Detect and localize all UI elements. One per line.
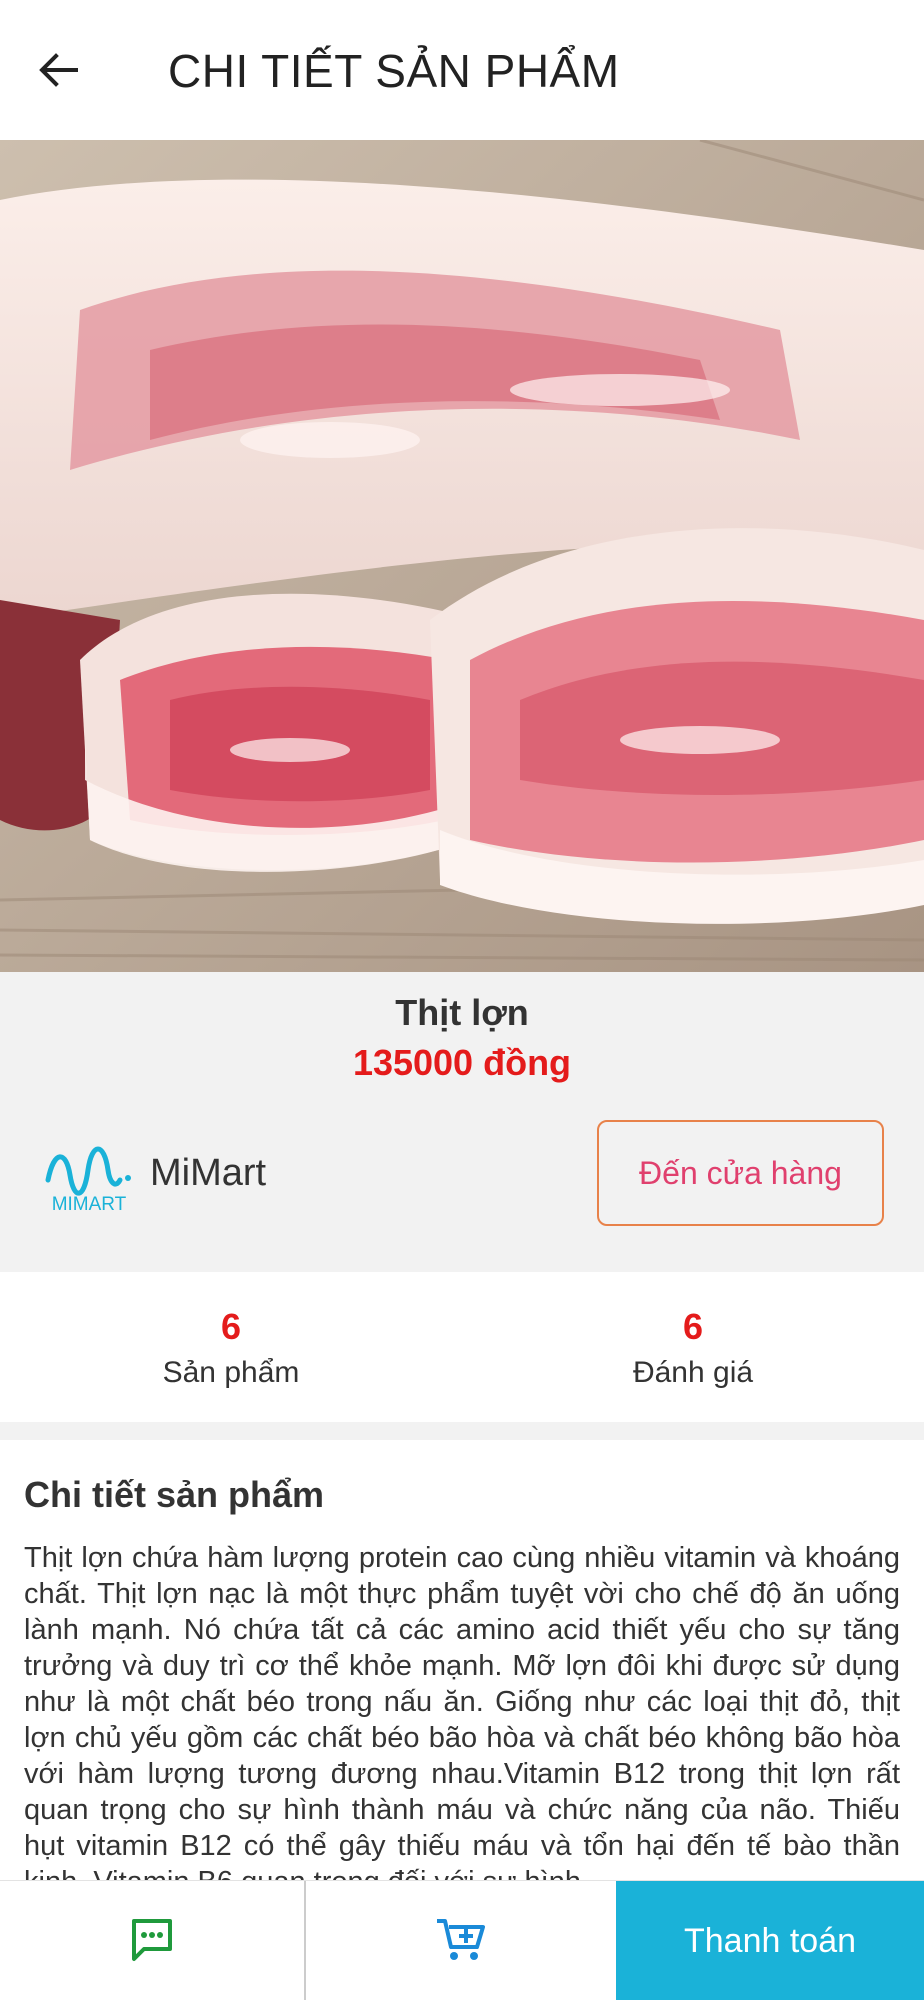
stat-reviews-value: 6 <box>682 1306 704 1347</box>
go-to-store-button[interactable]: Đến cửa hàng <box>597 1120 884 1226</box>
back-button[interactable] <box>26 40 90 104</box>
bottom-action-bar: Thanh toán <box>0 1880 924 2000</box>
details-description: Thịt lợn chứa hàm lượng protein cao cùng… <box>24 1542 900 1880</box>
product-details-section: Chi tiết sản phẩm Thịt lợn chứa hàm lượn… <box>0 1440 924 1880</box>
product-detail-screen: CHI TIẾT SẢN PHẨM Thịt lợn 135000 đồng M… <box>0 0 924 2000</box>
store-logo-text: MIMART <box>52 1194 127 1214</box>
product-image <box>0 140 924 972</box>
chat-icon <box>128 1915 176 1968</box>
store-stats: 6 Sản phẩm 6 Đánh giá <box>0 1272 924 1422</box>
app-header: CHI TIẾT SẢN PHẨM <box>0 0 924 140</box>
store-name: MiMart <box>150 1152 267 1194</box>
details-title: Chi tiết sản phẩm <box>24 1474 325 1515</box>
arrow-left-icon <box>36 48 80 97</box>
page-title: CHI TIẾT SẢN PHẨM <box>168 45 620 97</box>
stat-reviews[interactable]: 6 Đánh giá <box>462 1272 924 1422</box>
add-to-cart-button[interactable] <box>306 1881 616 2000</box>
product-name: Thịt lợn <box>395 992 529 1033</box>
product-price: 135000 đồng <box>352 1042 572 1083</box>
chat-button[interactable] <box>0 1881 306 2000</box>
stat-reviews-label: Đánh giá <box>632 1356 754 1389</box>
add-to-cart-icon <box>435 1915 487 1968</box>
checkout-button[interactable]: Thanh toán <box>616 1881 924 2000</box>
product-info-section: Thịt lợn 135000 đồng MIMART MiMart Đến c… <box>0 972 924 1272</box>
store-logo: MIMART <box>44 1140 134 1215</box>
stat-products-label: Sản phẩm <box>162 1356 300 1389</box>
stat-products-value: 6 <box>220 1306 242 1347</box>
stat-products[interactable]: 6 Sản phẩm <box>0 1272 462 1422</box>
